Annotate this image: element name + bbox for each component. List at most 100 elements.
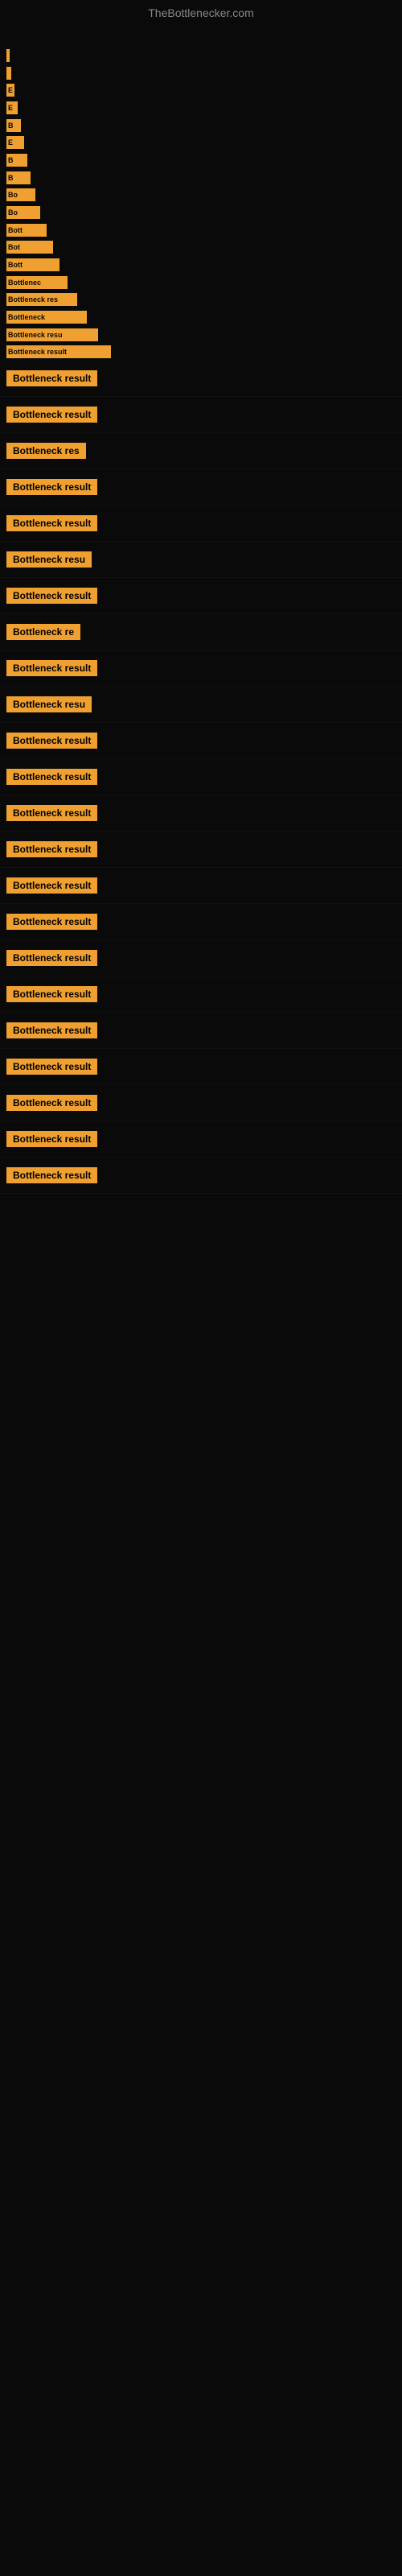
result-item: Bottleneck result	[0, 868, 402, 904]
result-item: Bottleneck re	[0, 614, 402, 650]
bar-label: Bottleneck result	[8, 348, 67, 356]
result-tag: Bottleneck result	[6, 986, 97, 1002]
result-item: Bottleneck result	[0, 832, 402, 868]
bar-label: E	[8, 86, 13, 94]
result-tag: Bottleneck res	[6, 443, 86, 459]
result-tag: Bottleneck result	[6, 407, 97, 423]
bar-label: B	[8, 174, 14, 182]
result-tag: Bottleneck result	[6, 515, 97, 531]
bar-row: Bottlenec	[0, 274, 402, 291]
bar-row: Bo	[0, 186, 402, 204]
result-tag: Bottleneck result	[6, 479, 97, 495]
result-item: Bottleneck result	[0, 469, 402, 506]
bar-item	[6, 49, 10, 62]
bar-row	[0, 47, 402, 64]
bar-row: E	[0, 99, 402, 117]
result-item: Bottleneck result	[0, 1049, 402, 1085]
result-item: Bottleneck result	[0, 361, 402, 397]
bar-label: Bo	[8, 208, 18, 217]
bar-item: Bottleneck resu	[6, 328, 98, 341]
bar-item	[6, 67, 11, 80]
bar-row	[0, 64, 402, 82]
result-tag: Bottleneck result	[6, 588, 97, 604]
bar-label: Bo	[8, 191, 18, 199]
result-item: Bottleneck resu	[0, 687, 402, 723]
bar-row: Bott	[0, 221, 402, 239]
result-item: Bottleneck result	[0, 1085, 402, 1121]
result-item: Bottleneck result	[0, 1013, 402, 1049]
bar-item: Bottleneck res	[6, 293, 77, 306]
bar-row: Bot	[0, 238, 402, 256]
bar-label: Bottlenec	[8, 279, 41, 287]
bar-row: Bottleneck res	[0, 291, 402, 308]
result-item: Bottleneck resu	[0, 542, 402, 578]
bar-label: Bottleneck res	[8, 295, 58, 303]
bar-item: Bo	[6, 188, 35, 201]
bar-row: E	[0, 81, 402, 99]
bar-row: Bottleneck result	[0, 343, 402, 361]
bar-item: E	[6, 136, 24, 149]
bar-item: Bottlenec	[6, 276, 68, 289]
result-tag: Bottleneck result	[6, 370, 97, 386]
result-tag: Bottleneck re	[6, 624, 80, 640]
bar-row: B	[0, 117, 402, 134]
site-header: TheBottlenecker.com	[0, 0, 402, 23]
result-tag: Bottleneck result	[6, 1095, 97, 1111]
bar-row: E	[0, 134, 402, 151]
bar-label: E	[8, 138, 13, 147]
bar-row: Bott	[0, 256, 402, 274]
result-tag: Bottleneck result	[6, 1022, 97, 1038]
bar-item: Bottleneck result	[6, 345, 111, 358]
bar-row: B	[0, 151, 402, 169]
result-item: Bottleneck result	[0, 795, 402, 832]
bar-item: Bo	[6, 206, 40, 219]
bar-label: Bottleneck resu	[8, 331, 63, 339]
bar-item: Bottleneck	[6, 311, 87, 324]
bar-item: E	[6, 84, 14, 97]
bar-row: Bo	[0, 204, 402, 221]
bar-item: Bott	[6, 258, 59, 271]
bar-item: B	[6, 171, 31, 184]
bar-label: B	[8, 122, 14, 130]
result-tag: Bottleneck result	[6, 1131, 97, 1147]
result-tag: Bottleneck result	[6, 805, 97, 821]
bar-item: Bot	[6, 241, 53, 254]
result-tag: Bottleneck resu	[6, 551, 92, 568]
result-tag: Bottleneck result	[6, 769, 97, 785]
site-title: TheBottlenecker.com	[0, 0, 402, 23]
result-item: Bottleneck result	[0, 506, 402, 542]
result-item: Bottleneck result	[0, 1158, 402, 1194]
result-item: Bottleneck result	[0, 1121, 402, 1158]
bar-item: B	[6, 154, 27, 167]
result-tag: Bottleneck result	[6, 660, 97, 676]
result-item: Bottleneck result	[0, 976, 402, 1013]
bar-row: Bottleneck resu	[0, 326, 402, 344]
result-item: Bottleneck result	[0, 904, 402, 940]
result-tag: Bottleneck resu	[6, 696, 92, 712]
bar-label: Bottleneck	[8, 313, 45, 321]
bar-chart: EEBEBBBoBoBottBotBottBottlenecBottleneck…	[0, 23, 402, 361]
bar-item: Bott	[6, 224, 47, 237]
bar-label: B	[8, 156, 14, 164]
result-item: Bottleneck result	[0, 940, 402, 976]
bar-label: E	[8, 104, 13, 112]
result-item: Bottleneck result	[0, 578, 402, 614]
result-tag: Bottleneck result	[6, 1167, 97, 1183]
bar-row: B	[0, 169, 402, 187]
bar-row: Bottleneck	[0, 308, 402, 326]
bar-item: E	[6, 101, 18, 114]
bars-container: EEBEBBBoBoBottBotBottBottlenecBottleneck…	[0, 47, 402, 361]
result-tag: Bottleneck result	[6, 1059, 97, 1075]
result-item: Bottleneck result	[0, 723, 402, 759]
result-item: Bottleneck result	[0, 650, 402, 687]
result-tag: Bottleneck result	[6, 877, 97, 894]
result-tag: Bottleneck result	[6, 914, 97, 930]
bar-label: Bot	[8, 243, 20, 251]
bar-label: Bott	[8, 226, 23, 234]
result-item: Bottleneck result	[0, 759, 402, 795]
result-tag: Bottleneck result	[6, 950, 97, 966]
bar-label: Bott	[8, 261, 23, 269]
bar-item: B	[6, 119, 21, 132]
result-tag: Bottleneck result	[6, 733, 97, 749]
result-item: Bottleneck result	[0, 397, 402, 433]
